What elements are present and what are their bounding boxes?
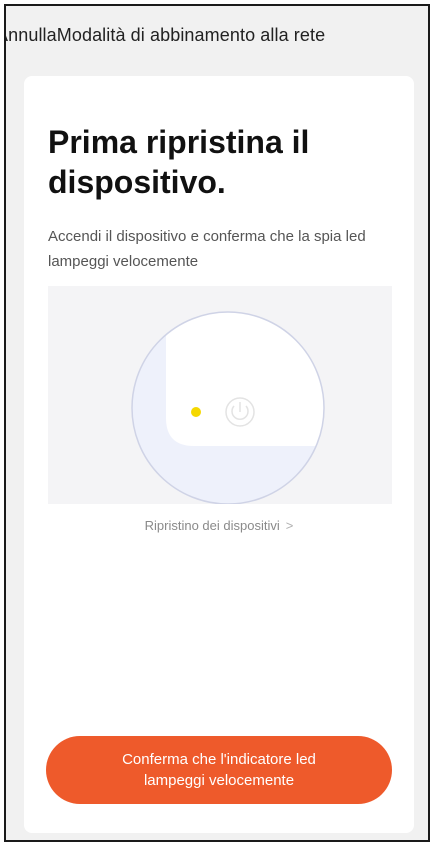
device-illustration (48, 286, 392, 504)
device-reset-link[interactable]: Ripristino dei dispositivi > (24, 518, 414, 533)
reset-description: Accendi il dispositivo e conferma che la… (48, 228, 366, 270)
device-reset-label: Ripristino dei dispositivi (144, 518, 280, 533)
cancel-button[interactable]: Annulla (6, 25, 57, 46)
reset-heading: Prima ripristina il dispositivo. (48, 124, 310, 200)
top-bar: Annulla Modalità di abbinamento alla ret… (6, 6, 428, 64)
app-frame: Annulla Modalità di abbinamento alla ret… (4, 4, 430, 842)
content-card: Prima ripristina il dispositivo. Accendi… (24, 76, 414, 833)
confirm-led-label: Conferma che l'indicatore led lampeggi v… (122, 751, 316, 789)
page-title: Modalità di abbinamento alla rete (56, 24, 326, 45)
device-panel (166, 312, 324, 446)
device-illustration-graphic (131, 311, 325, 504)
chevron-right-icon: > (285, 518, 294, 533)
confirm-led-button[interactable]: Conferma che l'indicatore led lampeggi v… (46, 736, 392, 804)
led-indicator (191, 407, 201, 417)
